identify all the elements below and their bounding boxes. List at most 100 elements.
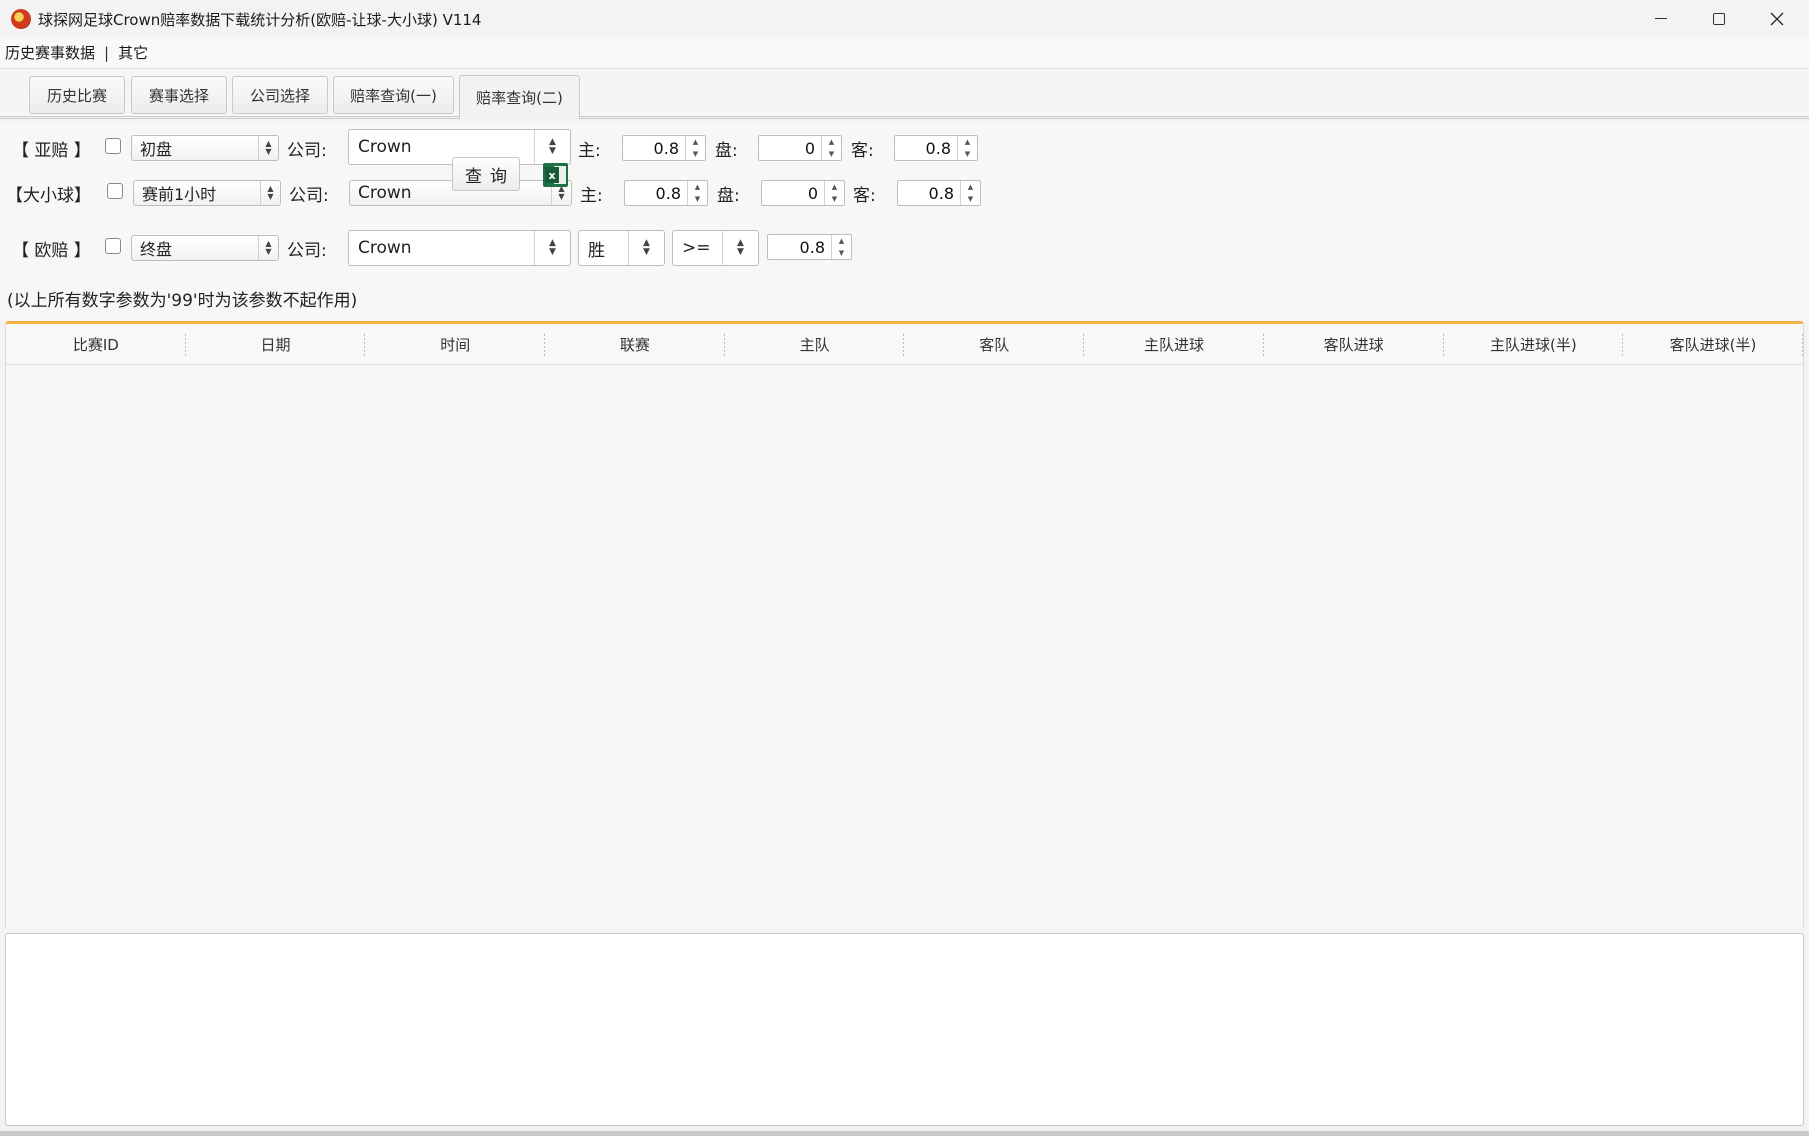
overunder-line-spinner[interactable]: 0 ▲ ▼ [761,180,845,206]
asian-line-value: 0 [804,138,815,158]
tab-odds-query-1[interactable]: 赔率查询(一) [333,76,454,114]
title-bar: 球探网足球Crown赔率数据下载统计分析(欧赔-让球-大小球) V114 [0,0,1809,37]
spinner-arrows-icon[interactable]: ▲ ▼ [685,136,705,160]
tab-match-select[interactable]: 赛事选择 [131,76,227,114]
column-header[interactable]: 客队进球 [1264,324,1444,364]
asian-home-value: 0.8 [653,138,679,158]
asian-away-value: 0.8 [925,138,951,158]
spinner-arrows-icon[interactable]: ▲ ▼ [687,181,707,205]
overunder-home-label: 主: [580,186,603,206]
european-outcome-select[interactable]: 胜 ▲ ▼ [578,230,665,266]
log-panel[interactable] [5,933,1804,1126]
column-header[interactable]: 时间 [365,324,546,364]
asian-away-spinner[interactable]: 0.8 ▲ ▼ [894,135,978,161]
menu-other[interactable]: 其它 [118,42,148,63]
column-header[interactable]: 联赛 [545,324,725,364]
column-header-label: 联赛 [619,335,650,354]
column-header[interactable]: 主队 [725,324,905,364]
table-header: 比赛ID 日期 时间 联赛 主队 客队 主队进球 客队进球 主队进球(半) 客队进球(半) [6,324,1803,365]
close-icon [1770,12,1784,25]
minimize-icon [1655,18,1667,19]
app-icon [11,9,31,29]
european-phase-select[interactable]: 终盘 ▲ ▼ [131,235,279,261]
column-header[interactable]: 主队进球 [1084,324,1264,364]
results-table: 比赛ID 日期 时间 联赛 主队 客队 主队进球 客队进球 主队进球(半) 客队进球(半) [5,321,1804,927]
asian-phase-select[interactable]: 初盘 ▲ ▼ [131,135,279,161]
tab-odds-query-2[interactable]: 赔率查询(二) [459,75,580,119]
asian-label: 【 亚赔 】 [12,141,91,161]
european-outcome-value: 胜 [588,240,605,261]
tab-history-matches[interactable]: 历史比赛 [29,76,125,114]
asian-away-label: 客: [851,141,874,161]
european-company-value: Crown [358,238,412,258]
overunder-phase-value: 赛前1小时 [142,185,217,204]
query-button[interactable]: 查询 [452,157,520,191]
column-header[interactable]: 主队进球(半) [1444,324,1624,364]
window-title: 球探网足球Crown赔率数据下载统计分析(欧赔-让球-大小球) V114 [38,11,482,29]
european-operator-value: >= [682,238,711,258]
spinner-arrows-icon[interactable]: ▲ ▼ [821,136,841,160]
overunder-home-value: 0.8 [655,183,681,203]
column-header[interactable]: 日期 [186,324,366,364]
column-header-label: 比赛ID [72,335,119,354]
asian-company-label: 公司: [287,141,327,161]
european-phase-value: 终盘 [140,240,173,259]
column-header[interactable]: 客队进球(半) [1623,324,1803,364]
minimize-button[interactable] [1632,0,1690,37]
column-header-label: 日期 [260,335,291,354]
column-header[interactable]: 比赛ID [6,324,186,364]
chevron-updown-icon: ▲ ▼ [628,231,664,265]
asian-home-spinner[interactable]: 0.8 ▲ ▼ [622,135,706,161]
asian-checkbox[interactable] [105,138,121,154]
european-value-spinner[interactable]: 0.8 ▲ ▼ [767,234,852,260]
overunder-away-spinner[interactable]: 0.8 ▲ ▼ [897,180,981,206]
tab-company-select[interactable]: 公司选择 [232,76,328,114]
european-operator-select[interactable]: >= ▲ ▼ [672,230,759,266]
chevron-updown-icon: ▲ ▼ [722,231,758,265]
european-label: 【 欧赔 】 [12,241,91,261]
column-header-label: 客队进球 [1323,335,1384,354]
menu-history-data[interactable]: 历史赛事数据 [5,42,95,63]
overunder-phase-select[interactable]: 赛前1小时 ▲ ▼ [133,180,281,206]
overunder-line-value: 0 [807,183,818,203]
european-checkbox[interactable] [105,238,121,254]
overunder-home-spinner[interactable]: 0.8 ▲ ▼ [624,180,708,206]
spinner-arrows-icon[interactable]: ▲ ▼ [824,181,844,205]
overunder-away-value: 0.8 [928,183,954,203]
table-body[interactable] [6,365,1803,927]
column-header[interactable]: 客队 [904,324,1085,364]
column-divider[interactable] [1801,334,1803,356]
tab-strip: 历史比赛 赛事选择 公司选择 赔率查询(一) 赔率查询(二) [0,69,1809,119]
overunder-company-label: 公司: [289,186,329,206]
excel-icon[interactable]: x [543,163,568,187]
spinner-arrows-icon[interactable]: ▲ ▼ [957,136,977,160]
column-header-label: 客队 [979,335,1010,354]
european-company-select[interactable]: Crown ▲ ▼ [348,230,571,266]
query-form: 【 亚赔 】 初盘 ▲ ▼ 公司: Crown ▲ ▼ 主: 0.8 ▲ ▼ 盘: 0… [0,122,1809,320]
maximize-icon [1713,12,1725,25]
asian-home-label: 主: [578,141,601,161]
overunder-checkbox[interactable] [107,183,123,199]
european-value: 0.8 [799,237,825,257]
chevron-updown-icon: ▲ ▼ [258,136,278,160]
menu-bar: 历史赛事数据 | 其它 [0,37,1809,69]
column-header-label: 时间 [440,335,471,354]
close-button[interactable] [1748,0,1806,37]
asian-line-spinner[interactable]: 0 ▲ ▼ [758,135,842,161]
chevron-updown-icon: ▲ ▼ [260,181,280,205]
asian-company-value: Crown [358,137,412,157]
european-company-label: 公司: [287,241,327,261]
spinner-arrows-icon[interactable]: ▲ ▼ [831,235,851,259]
chevron-updown-icon: ▲ ▼ [534,130,570,164]
maximize-button[interactable] [1690,0,1748,37]
overunder-company-value: Crown [358,183,412,203]
spinner-arrows-icon[interactable]: ▲ ▼ [960,181,980,205]
asian-line-label: 盘: [715,141,738,161]
overunder-label: 【大小球】 [6,186,91,206]
column-header-label: 主队 [799,335,830,354]
chevron-updown-icon: ▲ ▼ [534,231,570,265]
menu-separator: | [104,43,110,62]
column-header-label: 主队进球 [1143,335,1204,354]
chevron-updown-icon: ▲ ▼ [258,236,278,260]
column-header-label: 主队进球(半) [1489,335,1577,354]
